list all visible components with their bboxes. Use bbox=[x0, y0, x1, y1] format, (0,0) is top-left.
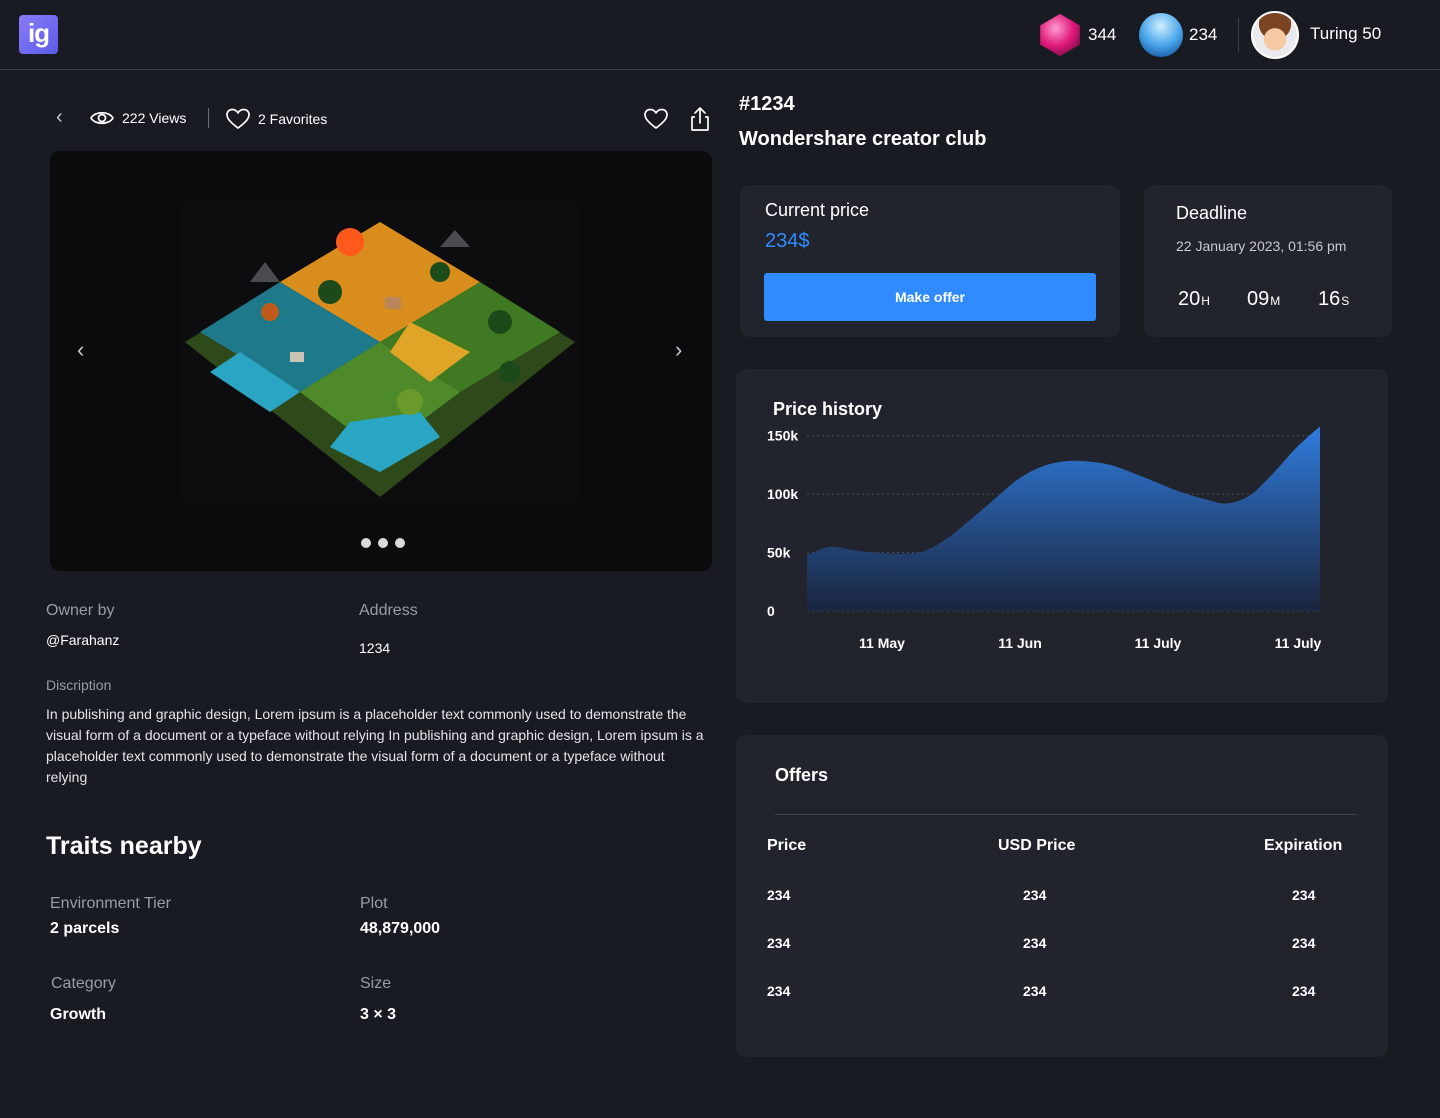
deadline-date: 22 January 2023, 01:56 pm bbox=[1176, 238, 1347, 254]
x-tick-label: 11 July bbox=[1275, 635, 1322, 651]
offers-card: Offers Price USD Price Expiration 234 23… bbox=[736, 735, 1388, 1057]
offer-expiration-cell: 234 bbox=[1292, 935, 1316, 951]
igloo-stat[interactable]: 234 bbox=[1139, 12, 1217, 58]
favorites-stat: 2 Favorites bbox=[226, 108, 327, 130]
nft-image[interactable] bbox=[180, 202, 580, 502]
views-stat: 222 Views bbox=[90, 108, 186, 128]
gems-stat[interactable]: 344 bbox=[1038, 12, 1116, 58]
offer-usd-cell: 234 bbox=[1023, 983, 1047, 999]
offer-expiration-cell: 234 bbox=[1292, 887, 1316, 903]
offer-price-cell: 234 bbox=[767, 935, 791, 951]
trait-label: Plot bbox=[360, 895, 388, 912]
column-header-expiration: Expiration bbox=[1264, 837, 1343, 854]
trait-value: 2 parcels bbox=[50, 920, 120, 937]
current-price-label: Current price bbox=[765, 200, 870, 220]
price-history-chart: 150k 100k 50k 0 11 May 11 Jun 11 July 11 July bbox=[767, 426, 1322, 651]
deadline-card: Deadline 22 January 2023, 01:56 pm 20H 0… bbox=[1144, 185, 1392, 337]
y-tick-label: 150k bbox=[767, 428, 798, 444]
favorite-button[interactable] bbox=[644, 108, 668, 135]
header-divider bbox=[1238, 18, 1239, 52]
carousel-dot[interactable] bbox=[395, 538, 405, 548]
trait-value: 48,879,000 bbox=[360, 920, 441, 937]
column-header-price: Price bbox=[767, 837, 807, 854]
top-bar: ig 344 234 Turing 50 bbox=[0, 0, 1440, 70]
carousel-dot[interactable] bbox=[378, 538, 388, 548]
column-header-usd-price: USD Price bbox=[998, 837, 1076, 854]
avatar[interactable] bbox=[1251, 11, 1299, 59]
current-price-card: Current price 234$ Make offer bbox=[740, 185, 1120, 337]
offer-price-cell: 234 bbox=[767, 887, 791, 903]
nft-name: Wondershare creator club bbox=[739, 128, 987, 150]
app-logo[interactable]: ig bbox=[19, 15, 58, 54]
trait-value: Growth bbox=[50, 1006, 106, 1023]
make-offer-button[interactable]: Make offer bbox=[764, 273, 1096, 321]
offer-expiration-cell: 234 bbox=[1292, 983, 1316, 999]
description-text: In publishing and graphic design, Lorem … bbox=[46, 706, 704, 785]
share-button[interactable] bbox=[689, 106, 711, 137]
current-price-value: 234$ bbox=[765, 230, 810, 252]
y-tick-label: 100k bbox=[767, 486, 798, 502]
countdown-minutes: 09M bbox=[1247, 288, 1281, 310]
carousel-dot[interactable] bbox=[361, 538, 371, 548]
favorites-count: 2 Favorites bbox=[258, 111, 328, 127]
back-button[interactable]: ‹ bbox=[56, 106, 63, 129]
igloo-count: 234 bbox=[1189, 25, 1218, 44]
offers-divider bbox=[775, 814, 1357, 815]
deadline-label: Deadline bbox=[1176, 203, 1248, 223]
eye-icon bbox=[90, 111, 114, 125]
offer-usd-cell: 234 bbox=[1023, 887, 1047, 903]
y-tick-label: 0 bbox=[767, 603, 775, 619]
trait-label: Environment Tier bbox=[50, 895, 171, 912]
traits-title: Traits nearby bbox=[46, 832, 202, 860]
carousel-dots bbox=[361, 538, 405, 548]
prev-image-arrow[interactable]: ‹ bbox=[77, 337, 84, 363]
next-image-arrow[interactable]: › bbox=[675, 337, 682, 363]
image-gallery: ‹ › bbox=[50, 151, 712, 571]
trait-label: Size bbox=[360, 975, 392, 992]
offers-title: Offers bbox=[775, 765, 829, 785]
offer-price-cell: 234 bbox=[767, 983, 791, 999]
x-tick-label: 11 May bbox=[859, 635, 905, 651]
gems-count: 344 bbox=[1088, 25, 1117, 44]
owner-value[interactable]: @Farahanz bbox=[46, 632, 119, 648]
x-tick-label: 11 July bbox=[1135, 635, 1182, 651]
heart-icon bbox=[226, 108, 250, 130]
price-area-series bbox=[807, 426, 1320, 611]
countdown-seconds: 16S bbox=[1318, 288, 1350, 310]
share-icon bbox=[691, 107, 709, 131]
trait-label: Category bbox=[51, 975, 116, 992]
countdown-hours: 20H bbox=[1178, 288, 1210, 310]
address-value: 1234 bbox=[359, 640, 391, 656]
heart-icon bbox=[644, 108, 668, 130]
x-tick-label: 11 Jun bbox=[998, 635, 1042, 651]
owner-label: Owner by bbox=[46, 602, 115, 619]
nft-id: #1234 bbox=[739, 93, 795, 115]
address-label: Address bbox=[359, 602, 418, 619]
username[interactable]: Turing 50 bbox=[1310, 24, 1381, 44]
trait-value: 3 × 3 bbox=[360, 1006, 397, 1023]
igloo-icon bbox=[1139, 13, 1183, 57]
description-label: Discription bbox=[46, 677, 112, 693]
offer-usd-cell: 234 bbox=[1023, 935, 1047, 951]
y-tick-label: 50k bbox=[767, 545, 791, 561]
price-history-card: Price history 150k 100k 50k 0 11 May 11 Jun 1… bbox=[736, 369, 1388, 703]
stats-divider bbox=[208, 108, 209, 128]
views-count: 222 Views bbox=[122, 110, 187, 126]
gem-icon bbox=[1040, 13, 1080, 57]
